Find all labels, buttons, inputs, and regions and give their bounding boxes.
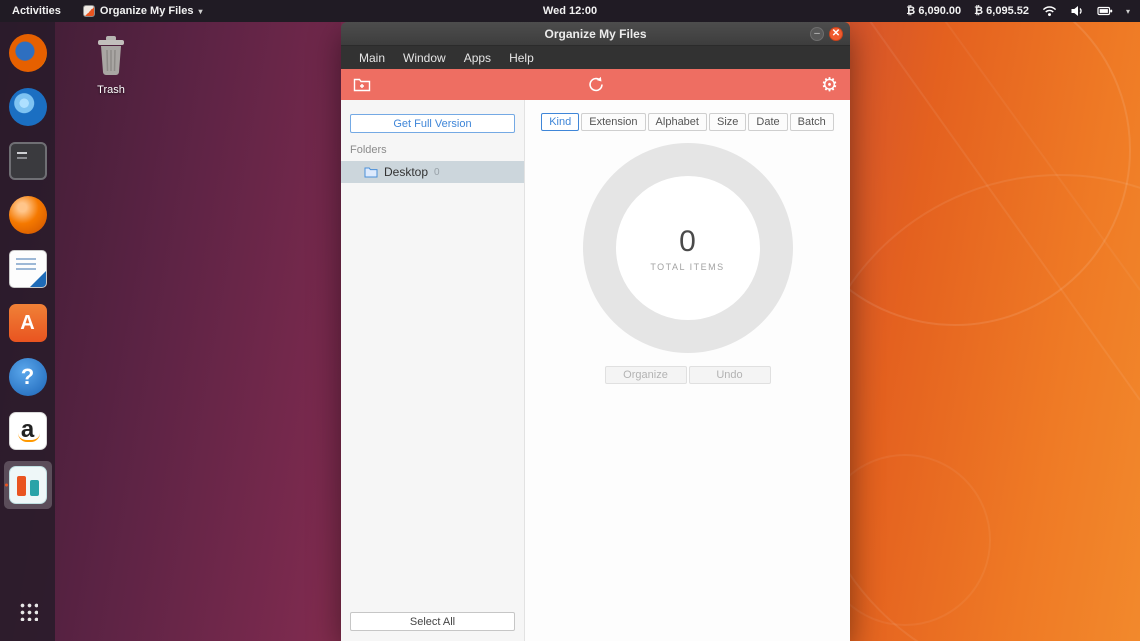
window-body: Get Full Version Folders Desktop 0 Selec… bbox=[341, 100, 850, 641]
folder-count: 0 bbox=[434, 166, 440, 178]
focused-app-icon bbox=[82, 5, 95, 17]
menu-main[interactable]: Main bbox=[350, 51, 394, 65]
tab-bar: Kind Extension Alphabet Size Date Batch bbox=[541, 113, 834, 131]
show-applications-button[interactable] bbox=[4, 591, 52, 631]
media-player-icon bbox=[8, 196, 47, 234]
minimize-button[interactable]: – bbox=[810, 26, 824, 41]
tab-date[interactable]: Date bbox=[748, 113, 788, 131]
trash-label: Trash bbox=[97, 84, 125, 96]
chevron-down-icon: ▾ bbox=[1125, 6, 1130, 16]
add-folder-icon bbox=[353, 78, 371, 92]
app-window: Organize My Files – ✕ Main Window Apps H… bbox=[341, 22, 850, 641]
amazon-icon bbox=[8, 412, 47, 450]
toolbar: ⚙ bbox=[341, 69, 850, 100]
focused-app-menu[interactable]: Organize My Files ▾ bbox=[73, 0, 213, 22]
focused-app-label: Organize My Files bbox=[99, 5, 194, 17]
folder-icon bbox=[364, 167, 378, 178]
btc-ticker-primary[interactable]: ₿ 6,090.00 bbox=[906, 5, 961, 17]
libreoffice-writer-icon bbox=[8, 250, 47, 288]
dock-item-thunderbird[interactable] bbox=[4, 83, 52, 131]
firefox-icon bbox=[8, 34, 47, 72]
tab-extension[interactable]: Extension bbox=[581, 113, 646, 131]
settings-button[interactable]: ⚙ bbox=[821, 69, 838, 100]
refresh-icon bbox=[588, 76, 603, 92]
activities-button[interactable]: Activities bbox=[0, 0, 73, 22]
menu-apps[interactable]: Apps bbox=[455, 51, 500, 65]
chevron-down-icon: ▾ bbox=[198, 6, 203, 16]
refresh-button[interactable] bbox=[587, 69, 604, 100]
dock bbox=[0, 22, 55, 641]
main-panel: Kind Extension Alphabet Size Date Batch … bbox=[525, 100, 850, 641]
sidebar: Get Full Version Folders Desktop 0 Selec… bbox=[341, 100, 525, 641]
total-items-caption: TOTAL ITEMS bbox=[650, 261, 725, 272]
window-titlebar[interactable]: Organize My Files – ✕ bbox=[341, 22, 850, 46]
dock-item-media-player[interactable] bbox=[4, 191, 52, 239]
folders-heading: Folders bbox=[350, 144, 387, 156]
add-folder-button[interactable] bbox=[353, 69, 371, 100]
ubuntu-software-icon bbox=[8, 304, 47, 342]
organize-my-files-icon bbox=[8, 466, 47, 504]
app-grid-icon bbox=[17, 601, 38, 621]
terminal-icon bbox=[8, 142, 47, 180]
dock-item-help[interactable] bbox=[4, 353, 52, 401]
help-icon bbox=[8, 358, 47, 396]
tab-alphabet[interactable]: Alphabet bbox=[647, 113, 707, 131]
organize-button[interactable]: Organize bbox=[604, 366, 687, 384]
top-bar: Activities Organize My Files ▾ Wed 12:00… bbox=[0, 0, 1140, 22]
window-title: Organize My Files bbox=[544, 26, 647, 41]
menu-bar: Main Window Apps Help bbox=[341, 46, 850, 69]
clock[interactable]: Wed 12:00 bbox=[543, 0, 597, 22]
close-button[interactable]: ✕ bbox=[829, 26, 843, 41]
menu-window[interactable]: Window bbox=[394, 51, 455, 65]
get-full-version-button[interactable]: Get Full Version bbox=[350, 114, 515, 133]
select-all-button[interactable]: Select All bbox=[350, 612, 515, 631]
dock-item-firefox[interactable] bbox=[4, 29, 52, 77]
system-indicators[interactable]: ₿ 6,090.00 ₿ 6,095.52 ▾ bbox=[906, 0, 1140, 22]
gear-icon: ⚙ bbox=[820, 73, 838, 96]
btc-ticker-secondary[interactable]: ₿ 6,095.52 bbox=[974, 5, 1029, 17]
thunderbird-icon bbox=[8, 88, 47, 126]
tab-batch[interactable]: Batch bbox=[789, 113, 834, 131]
dock-item-amazon[interactable] bbox=[4, 407, 52, 455]
total-items-donut: 0 TOTAL ITEMS bbox=[582, 143, 793, 353]
dock-item-organize-my-files[interactable] bbox=[3, 461, 52, 509]
undo-button[interactable]: Undo bbox=[688, 366, 771, 384]
desktop-trash[interactable]: Trash bbox=[86, 34, 136, 96]
volume-icon bbox=[1070, 5, 1084, 17]
folder-item-desktop[interactable]: Desktop 0 bbox=[341, 161, 524, 183]
total-items-value: 0 bbox=[679, 224, 696, 258]
battery-icon bbox=[1097, 5, 1113, 17]
dock-item-ubuntu-software[interactable] bbox=[4, 299, 52, 347]
wifi-icon bbox=[1042, 5, 1057, 17]
trash-icon bbox=[98, 36, 124, 75]
window-controls: – ✕ bbox=[810, 22, 843, 45]
action-buttons: Organize Undo bbox=[604, 366, 771, 384]
dock-item-terminal[interactable] bbox=[4, 137, 52, 185]
tab-kind[interactable]: Kind bbox=[541, 113, 580, 131]
dock-item-libreoffice-writer[interactable] bbox=[4, 245, 52, 293]
tab-size[interactable]: Size bbox=[708, 113, 747, 131]
menu-help[interactable]: Help bbox=[500, 51, 543, 65]
folder-label: Desktop bbox=[384, 165, 429, 179]
